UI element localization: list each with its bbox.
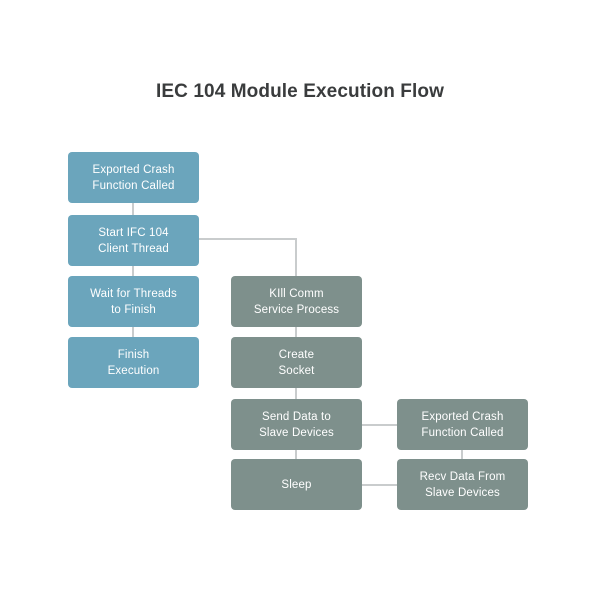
node-exported-crash-function-called-2[interactable]: Exported Crash Function Called: [397, 399, 528, 450]
connector-n6-n7: [295, 388, 297, 399]
node-create-socket[interactable]: Create Socket: [231, 337, 362, 388]
node-sleep[interactable]: Sleep: [231, 459, 362, 510]
node-kill-comm-service-process[interactable]: KIll Comm Service Process: [231, 276, 362, 327]
connector-n2-n5-vertical: [295, 238, 297, 276]
connector-n8-n10: [362, 484, 398, 486]
connector-n2-n3: [132, 266, 134, 276]
node-finish-execution[interactable]: Finish Execution: [68, 337, 199, 388]
connector-n5-n6: [295, 327, 297, 337]
node-recv-data-from-slave-devices[interactable]: Recv Data From Slave Devices: [397, 459, 528, 510]
node-start-ifc-104-client-thread[interactable]: Start IFC 104 Client Thread: [68, 215, 199, 266]
connector-n3-n4: [132, 327, 134, 337]
connector-n7-n8: [295, 450, 297, 459]
node-exported-crash-function-called[interactable]: Exported Crash Function Called: [68, 152, 199, 203]
connector-n2-n5-horizontal: [199, 238, 297, 240]
flowchart-canvas: IEC 104 Module Execution Flow Exported C…: [0, 0, 600, 600]
connector-n1-n2: [132, 203, 134, 215]
node-wait-for-threads-to-finish[interactable]: Wait for Threads to Finish: [68, 276, 199, 327]
connector-n7-n9: [362, 424, 398, 426]
connector-n9-n10: [461, 450, 463, 459]
node-send-data-to-slave-devices[interactable]: Send Data to Slave Devices: [231, 399, 362, 450]
page-title: IEC 104 Module Execution Flow: [156, 81, 444, 102]
